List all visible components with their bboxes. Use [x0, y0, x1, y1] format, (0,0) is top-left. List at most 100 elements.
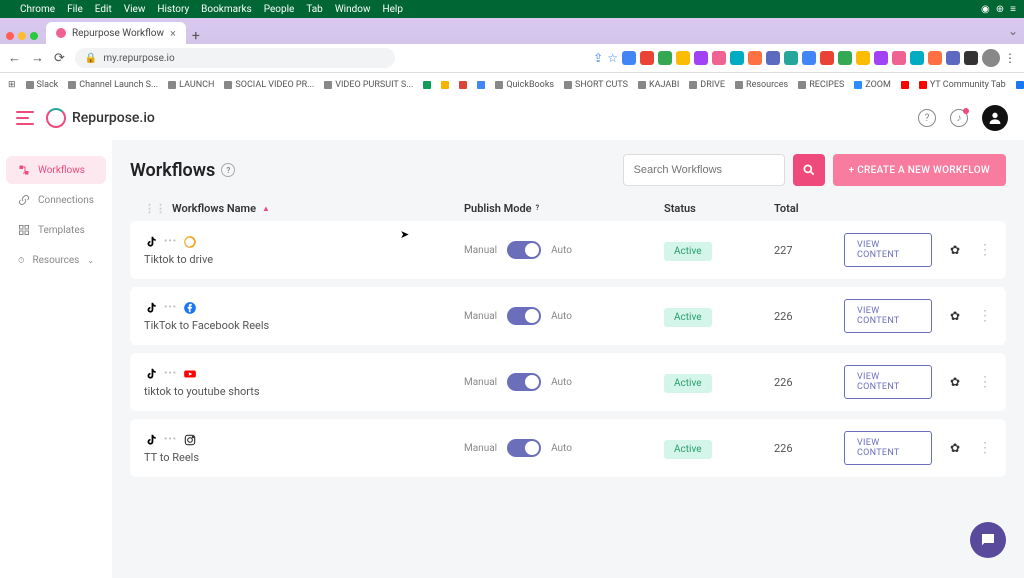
menu-icon[interactable]: ⋮: [1004, 51, 1016, 65]
sort-asc-icon[interactable]: ▲: [262, 204, 270, 213]
mac-menu-item[interactable]: Help: [383, 4, 403, 15]
mac-menu-item[interactable]: Edit: [95, 4, 112, 15]
sidebar-item-templates[interactable]: Templates: [6, 216, 106, 244]
bookmark[interactable]: [477, 81, 485, 89]
bookmark[interactable]: [459, 81, 467, 89]
mac-menu-item[interactable]: View: [124, 4, 146, 15]
publish-mode-toggle[interactable]: [507, 307, 541, 325]
mac-menu-item[interactable]: File: [67, 4, 83, 15]
sidebar-item-workflows[interactable]: Workflows: [6, 156, 106, 184]
bookmark[interactable]: [901, 81, 909, 89]
bookmark[interactable]: QuickBooks: [495, 80, 554, 90]
sidebar-item-resources[interactable]: ? Resources ⌄: [6, 246, 106, 274]
view-content-button[interactable]: VIEW CONTENT: [844, 431, 932, 465]
extension-icon[interactable]: [928, 51, 942, 65]
extension-icon[interactable]: [712, 51, 726, 65]
bookmark[interactable]: LAUNCH: [168, 80, 214, 90]
extension-icon[interactable]: [964, 51, 978, 65]
publish-mode-toggle[interactable]: [507, 373, 541, 391]
extension-icon[interactable]: [856, 51, 870, 65]
mac-status-icon[interactable]: ⊕: [996, 4, 1004, 15]
extension-icon[interactable]: [640, 51, 654, 65]
mac-menu-item[interactable]: History: [157, 4, 189, 15]
reload-button[interactable]: ⟳: [54, 51, 65, 66]
menu-toggle-button[interactable]: [16, 111, 34, 125]
window-minimize-icon[interactable]: [18, 32, 26, 40]
extension-icon[interactable]: [658, 51, 672, 65]
settings-icon[interactable]: ✿: [950, 441, 960, 455]
bookmark[interactable]: [423, 81, 431, 89]
profile-avatar-icon[interactable]: [982, 49, 1000, 67]
bookmark[interactable]: SHORT CUTS: [564, 80, 628, 90]
bookmark[interactable]: [441, 81, 449, 89]
mac-menu-item[interactable]: Bookmarks: [201, 4, 252, 15]
extension-icon[interactable]: [802, 51, 816, 65]
forward-button[interactable]: →: [31, 50, 44, 66]
url-field[interactable]: 🔒 my.repurpose.io: [75, 48, 395, 68]
extension-icon[interactable]: [676, 51, 690, 65]
extension-icon[interactable]: [838, 51, 852, 65]
view-content-button[interactable]: VIEW CONTENT: [844, 233, 932, 267]
mac-menu-item[interactable]: Window: [335, 4, 371, 15]
settings-icon[interactable]: ✿: [950, 309, 960, 323]
search-input[interactable]: [623, 154, 785, 186]
mac-menu-item[interactable]: People: [264, 4, 295, 15]
extension-icon[interactable]: [622, 51, 636, 65]
more-options-icon[interactable]: ⋮: [978, 308, 992, 324]
share-icon[interactable]: ⇪: [593, 51, 603, 65]
browser-tab[interactable]: Repurpose Workflow ×: [46, 22, 186, 44]
new-tab-button[interactable]: +: [186, 28, 206, 44]
mac-status-icon[interactable]: ◉: [981, 4, 990, 15]
extension-icon[interactable]: [784, 51, 798, 65]
bookmark[interactable]: VIDEO PURSUIT S...: [324, 80, 413, 90]
close-tab-icon[interactable]: ×: [170, 27, 176, 40]
bookmark[interactable]: Channel Launch S...: [68, 80, 158, 90]
mac-status-icon[interactable]: ≡: [1010, 4, 1016, 15]
bookmark[interactable]: SOCIAL VIDEO PR...: [224, 80, 314, 90]
publish-mode-toggle[interactable]: [507, 241, 541, 259]
bookmark[interactable]: VPM FB: [1016, 80, 1024, 90]
back-button[interactable]: ←: [8, 50, 21, 66]
bookmark[interactable]: KAJABI: [638, 80, 679, 90]
extension-icon[interactable]: [874, 51, 888, 65]
extension-icon[interactable]: [820, 51, 834, 65]
apps-icon[interactable]: ⊞: [8, 80, 16, 90]
window-zoom-icon[interactable]: [30, 32, 38, 40]
extension-icon[interactable]: [946, 51, 960, 65]
help-icon[interactable]: ?: [918, 109, 936, 127]
app-logo[interactable]: Repurpose.io: [46, 108, 155, 128]
view-content-button[interactable]: VIEW CONTENT: [844, 365, 932, 399]
help-tooltip-icon[interactable]: ?: [536, 204, 546, 214]
bookmark[interactable]: YT Community Tab: [919, 80, 1006, 90]
mac-menu-item[interactable]: Tab: [306, 4, 322, 15]
settings-icon[interactable]: ✿: [950, 375, 960, 389]
extension-icon[interactable]: [748, 51, 762, 65]
extension-icon[interactable]: [694, 51, 708, 65]
chat-widget-button[interactable]: [970, 522, 1006, 558]
view-content-button[interactable]: VIEW CONTENT: [844, 299, 932, 333]
more-options-icon[interactable]: ⋮: [978, 374, 992, 390]
extension-icon[interactable]: [766, 51, 780, 65]
mac-app-name[interactable]: Chrome: [20, 4, 55, 15]
more-options-icon[interactable]: ⋮: [978, 242, 992, 258]
bookmark[interactable]: DRIVE: [689, 80, 725, 90]
star-icon[interactable]: ☆: [607, 51, 618, 65]
help-tooltip-icon[interactable]: ?: [221, 163, 235, 177]
sidebar-item-connections[interactable]: Connections: [6, 186, 106, 214]
bookmark[interactable]: RECIPES: [798, 80, 844, 90]
bookmark[interactable]: ZOOM: [854, 80, 891, 90]
column-name[interactable]: ⋮⋮ Workflows Name ▲: [144, 202, 464, 215]
extension-icon[interactable]: [892, 51, 906, 65]
bookmark[interactable]: Slack: [26, 80, 59, 90]
more-options-icon[interactable]: ⋮: [978, 440, 992, 456]
extension-icon[interactable]: [910, 51, 924, 65]
bookmark[interactable]: Resources: [735, 80, 788, 90]
tab-overflow-icon[interactable]: ⌄: [1008, 24, 1018, 38]
user-avatar[interactable]: [982, 105, 1008, 131]
search-button[interactable]: [793, 154, 825, 186]
settings-icon[interactable]: ✿: [950, 243, 960, 257]
window-close-icon[interactable]: [6, 32, 14, 40]
publish-mode-toggle[interactable]: [507, 439, 541, 457]
notifications-icon[interactable]: ♪: [950, 109, 968, 127]
extension-icon[interactable]: [730, 51, 744, 65]
